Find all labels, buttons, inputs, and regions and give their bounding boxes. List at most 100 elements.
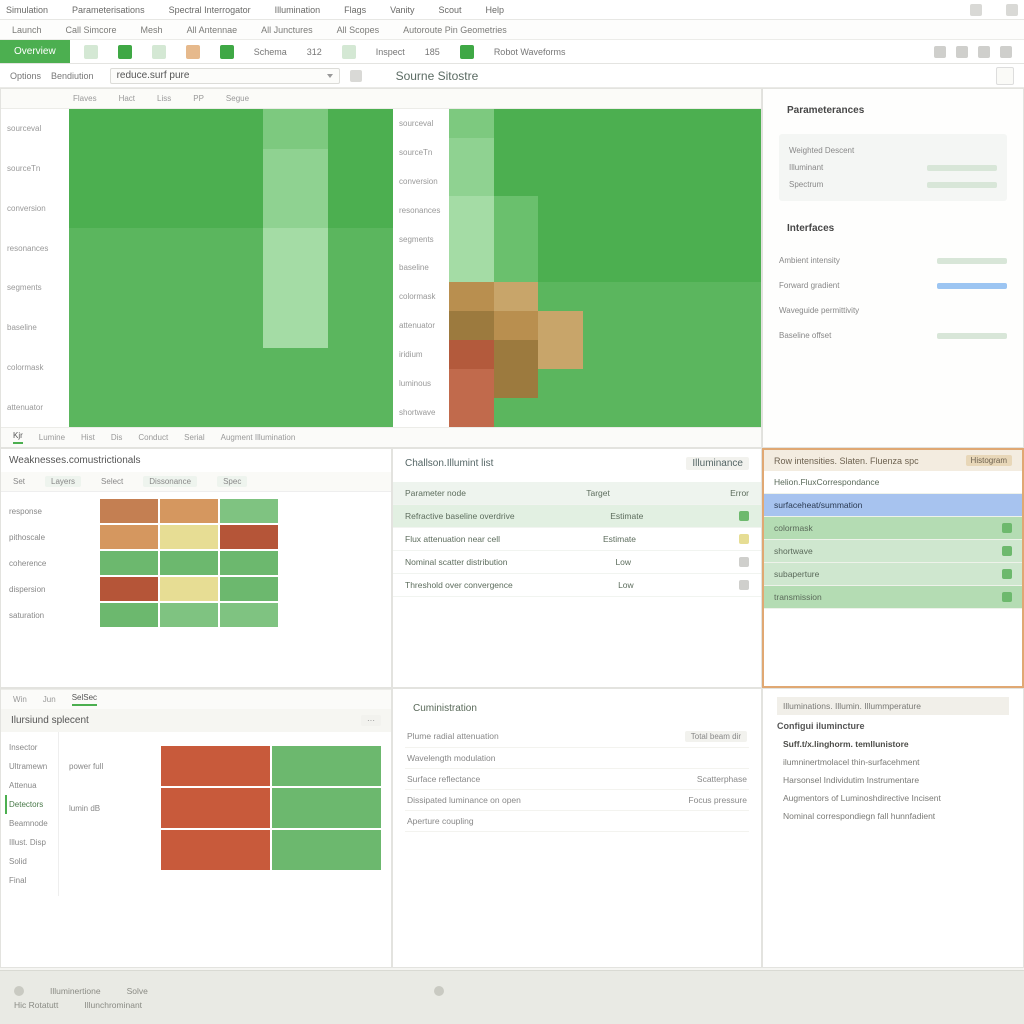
slider[interactable] xyxy=(937,333,1007,339)
bar-chart: power full lumin dB xyxy=(69,746,381,870)
detail-tag[interactable]: Histogram xyxy=(966,455,1012,466)
layers-icon[interactable] xyxy=(342,45,356,59)
col-header[interactable]: Layers xyxy=(45,476,81,487)
slider[interactable] xyxy=(937,283,1007,289)
table-row[interactable]: Dissipated luminance on openFocus pressu… xyxy=(405,790,749,811)
nav-item[interactable]: Solid xyxy=(5,852,54,871)
tab[interactable]: Augment Illumination xyxy=(221,433,296,442)
pause-icon[interactable] xyxy=(152,45,166,59)
detail-row[interactable]: subaperture xyxy=(764,563,1022,586)
outline-item[interactable]: ilumninertmolacel thin-surfacehment xyxy=(777,753,1009,771)
expand-icon[interactable] xyxy=(996,67,1014,85)
play-icon[interactable] xyxy=(118,45,132,59)
table-row[interactable]: Aperture coupling xyxy=(405,811,749,832)
tab[interactable]: SelSec xyxy=(72,693,97,706)
ribbon-tab-overview[interactable]: Overview xyxy=(0,40,70,63)
nav-item[interactable]: Final xyxy=(5,871,54,890)
list-row[interactable]: Flux attenuation near cellEstimate xyxy=(393,528,761,551)
outline-item[interactable]: Harsonsel Individutim Instrumentare xyxy=(777,771,1009,789)
close-icon[interactable] xyxy=(1000,46,1012,58)
menu-item[interactable]: Scout xyxy=(439,5,462,15)
col-header[interactable]: Select xyxy=(101,477,123,486)
tab[interactable]: Serial xyxy=(184,433,204,442)
slider[interactable] xyxy=(937,258,1007,264)
nav-item[interactable]: Illust. Disp xyxy=(5,833,54,852)
list-pill[interactable]: Illuminance xyxy=(686,457,749,470)
detail-row[interactable]: transmission xyxy=(764,586,1022,609)
status-text: Hic Rotatutt xyxy=(14,1000,58,1010)
property-label: Spectrum xyxy=(789,180,823,189)
outline-item[interactable]: Suff.t/x.linghorm. temllunistore xyxy=(777,735,1009,753)
tab[interactable]: Win xyxy=(13,695,27,704)
quick-item[interactable]: Launch xyxy=(12,25,42,35)
nav-item[interactable]: Detectors xyxy=(5,795,54,814)
table-row[interactable]: Wavelength modulation xyxy=(405,748,749,769)
detail-row[interactable]: colormask xyxy=(764,517,1022,540)
detail-row-selected[interactable]: surfaceheat/summation xyxy=(764,494,1022,517)
chevron-down-icon xyxy=(327,74,333,78)
tab[interactable]: Hist xyxy=(81,433,95,442)
outline-item[interactable]: Nominal correspondiegn fall hunnfadient xyxy=(777,807,1009,825)
col-header[interactable]: Spec xyxy=(217,476,247,487)
status-text: Illuminertione xyxy=(50,986,101,996)
quick-item[interactable]: Autoroute Pin Geometries xyxy=(403,25,507,35)
detail-row[interactable]: shortwave xyxy=(764,540,1022,563)
detail-row[interactable]: Helion.FluxCorrespondance xyxy=(764,471,1022,494)
quick-item[interactable]: Mesh xyxy=(141,25,163,35)
tab[interactable]: Dis xyxy=(111,433,123,442)
axis-label: PP xyxy=(193,94,204,103)
col-header[interactable]: Dissonance xyxy=(143,476,197,487)
quick-item[interactable]: Call Simcore xyxy=(66,25,117,35)
grid-icon[interactable] xyxy=(220,45,234,59)
status-icon xyxy=(739,511,749,521)
ribbon-label: Schema xyxy=(254,47,287,57)
list-panel: Challson.Illumint list Illuminance Param… xyxy=(392,448,762,688)
nav-item[interactable]: Attenua xyxy=(5,776,54,795)
namebox-dropdown[interactable]: reduce.surf pure xyxy=(110,68,340,84)
sheet-icon[interactable] xyxy=(460,45,474,59)
search-icon[interactable] xyxy=(970,4,982,16)
namebox-value: reduce.surf pure xyxy=(117,70,190,81)
tab[interactable]: Conduct xyxy=(138,433,168,442)
help-icon[interactable] xyxy=(934,46,946,58)
minimize-icon[interactable] xyxy=(956,46,968,58)
outline-item[interactable]: Augmentors of Luminoshdirective Incisent xyxy=(777,789,1009,807)
row-label: sourceTn xyxy=(1,149,69,189)
menu-item[interactable]: Simulation xyxy=(6,5,48,15)
tab[interactable]: Kjr xyxy=(13,431,23,444)
slider[interactable] xyxy=(927,165,997,171)
maximize-icon[interactable] xyxy=(978,46,990,58)
menu-item[interactable]: Spectral Interrogator xyxy=(169,5,251,15)
tab[interactable]: Lumine xyxy=(39,433,65,442)
save-icon[interactable] xyxy=(84,45,98,59)
settings-icon[interactable] xyxy=(1006,4,1018,16)
menu-item[interactable]: Flags xyxy=(344,5,366,15)
list-row[interactable]: Threshold over convergenceLow xyxy=(393,574,761,597)
menu-item[interactable]: Illumination xyxy=(275,5,321,15)
nav-item[interactable]: Ultramewn xyxy=(5,757,54,776)
table-row[interactable]: Surface reflectanceScatterphase xyxy=(405,769,749,790)
detail-title: Row intensities. Slaten. Fluenza spc xyxy=(774,456,919,466)
col-header[interactable]: Set xyxy=(13,477,25,486)
ribbon-number: 312 xyxy=(307,47,322,57)
refresh-icon[interactable] xyxy=(350,70,362,82)
chart-icon[interactable] xyxy=(186,45,200,59)
list-row[interactable]: Refractive baseline overdriveEstimate xyxy=(393,505,761,528)
tab[interactable]: Jun xyxy=(43,695,56,704)
menu-item[interactable]: Help xyxy=(486,5,505,15)
outline-panel: Illuminations. Illumin. Illummperature C… xyxy=(762,688,1024,968)
nav-item[interactable]: Beamnode xyxy=(5,814,54,833)
quick-item[interactable]: All Junctures xyxy=(261,25,313,35)
property-group: Weighted Descent Illuminant Spectrum xyxy=(779,134,1007,201)
slider[interactable] xyxy=(927,182,997,188)
menu-item[interactable]: Vanity xyxy=(390,5,414,15)
quick-item[interactable]: All Antennae xyxy=(187,25,238,35)
nav-item[interactable]: Insector xyxy=(5,738,54,757)
list-row[interactable]: Nominal scatter distributionLow xyxy=(393,551,761,574)
pill[interactable]: ··· xyxy=(361,715,381,726)
row-label: sourceval xyxy=(1,109,69,149)
row-label: shortwave xyxy=(393,398,449,427)
menu-item[interactable]: Parameterisations xyxy=(72,5,145,15)
row-label: baseline xyxy=(393,254,449,283)
quick-item[interactable]: All Scopes xyxy=(337,25,380,35)
